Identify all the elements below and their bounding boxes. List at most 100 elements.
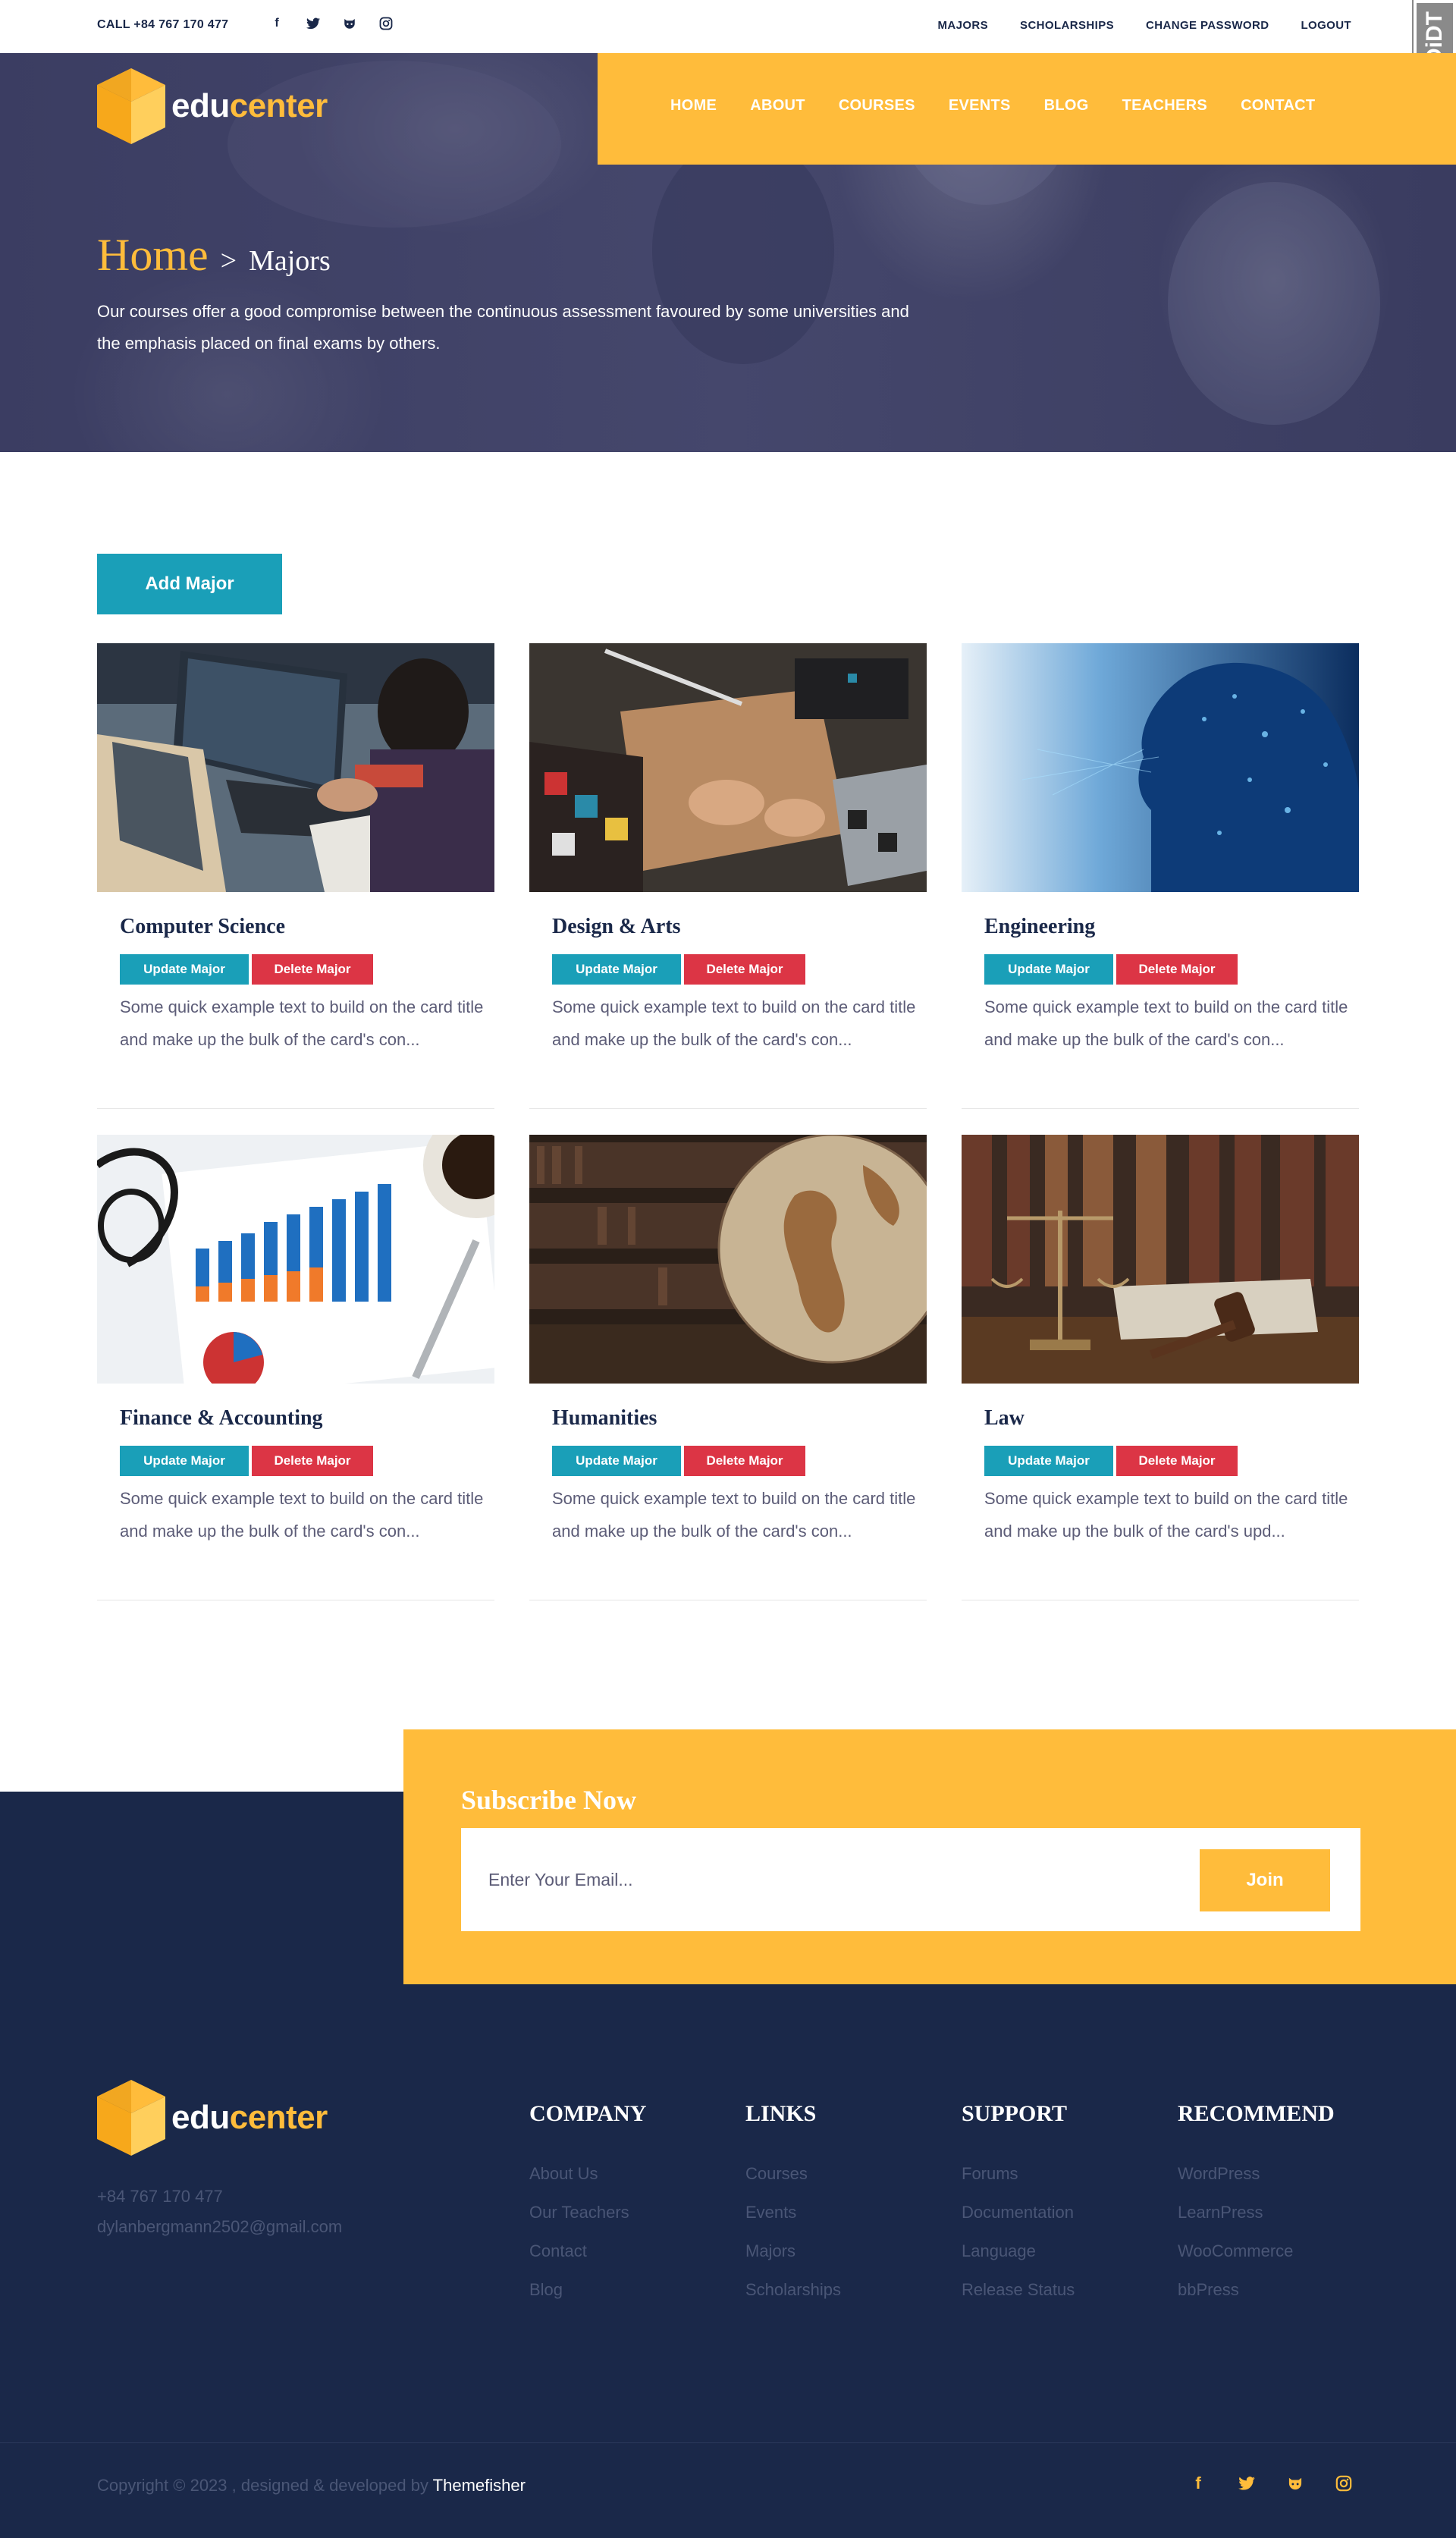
major-image-computer-science[interactable] [97, 643, 494, 892]
major-description: Some quick example text to build on the … [552, 1489, 916, 1541]
footer-column-company: COMPANY About Us Our Teachers Contact Bl… [529, 2101, 646, 2309]
top-link-logout[interactable]: LOGOUT [1301, 19, 1351, 32]
update-major-button[interactable]: Update Major [120, 954, 249, 985]
major-title: Computer Science [120, 915, 285, 938]
footer-link[interactable]: Blog [529, 2270, 646, 2309]
delete-major-button[interactable]: Delete Major [252, 1446, 373, 1476]
top-bar: CALL +84 767 170 477 f MAJORS SCHOLARSHI… [0, 0, 1456, 53]
footer-link[interactable]: Forums [962, 2154, 1075, 2193]
update-major-button[interactable]: Update Major [984, 1446, 1113, 1476]
github-icon[interactable] [342, 16, 357, 31]
nav-events[interactable]: EVENTS [949, 97, 1011, 115]
major-actions: Update Major Delete Major [984, 1446, 1238, 1476]
nav-about[interactable]: ABOUT [750, 97, 805, 115]
top-links: MAJORS SCHOLARSHIPS CHANGE PASSWORD LOGO… [937, 19, 1351, 32]
copyright-text: Copyright © 2023 , designed & developed … [97, 2476, 428, 2495]
major-image-law[interactable] [962, 1135, 1359, 1384]
footer-column-recommend: RECOMMEND WordPress LearnPress WooCommer… [1178, 2101, 1335, 2309]
major-image-humanities[interactable] [529, 1135, 927, 1384]
footer-column-title: RECOMMEND [1178, 2101, 1335, 2126]
footer-contact: +84 767 170 477 dylanbergmann2502@gmail.… [97, 2181, 342, 2242]
subscribe-section: Subscribe Now Join [403, 1729, 1456, 1984]
footer-link[interactable]: Events [745, 2193, 841, 2232]
update-major-button[interactable]: Update Major [120, 1446, 249, 1476]
footer-link[interactable]: Release Status [962, 2270, 1075, 2309]
delete-major-button[interactable]: Delete Major [252, 954, 373, 985]
major-image-engineering[interactable] [962, 643, 1359, 892]
major-card: Humanities Update Major Delete Major Som… [529, 1135, 927, 1600]
major-description: Some quick example text to build on the … [120, 1489, 484, 1541]
footer-link[interactable]: About Us [529, 2154, 646, 2193]
hero-description: Our courses offer a good compromise betw… [97, 302, 909, 353]
major-actions: Update Major Delete Major [552, 1446, 805, 1476]
breadcrumb: Home > Majors [97, 229, 331, 281]
footer-column-title: COMPANY [529, 2101, 647, 2126]
major-image-finance-accounting[interactable] [97, 1135, 494, 1384]
major-image-design-arts[interactable] [529, 643, 927, 892]
major-title: Design & Arts [552, 915, 681, 938]
instagram-icon[interactable] [378, 16, 394, 31]
major-card: Engineering Update Major Delete Major So… [962, 643, 1359, 1109]
copyright: Copyright © 2023 , designed & developed … [97, 2476, 526, 2496]
footer-link[interactable]: WooCommerce [1178, 2232, 1335, 2270]
delete-major-button[interactable]: Delete Major [1116, 954, 1238, 985]
major-description: Some quick example text to build on the … [984, 997, 1348, 1049]
footer-social-links: f [1189, 2474, 1353, 2492]
footer-link[interactable]: Courses [745, 2154, 841, 2193]
footer-link[interactable]: Majors [745, 2232, 841, 2270]
footer-link[interactable]: bbPress [1178, 2270, 1335, 2309]
footer-link[interactable]: LearnPress [1178, 2193, 1335, 2232]
major-title: Finance & Accounting [120, 1406, 323, 1430]
footer-link[interactable]: Our Teachers [529, 2193, 646, 2232]
major-card: Computer Science Update Major Delete Maj… [97, 643, 494, 1109]
major-card: Design & Arts Update Major Delete Major … [529, 643, 927, 1109]
footer-link[interactable]: WordPress [1178, 2154, 1335, 2193]
footer-link[interactable]: Language [962, 2232, 1075, 2270]
footer-phone[interactable]: +84 767 170 477 [97, 2181, 342, 2212]
facebook-icon[interactable]: f [269, 16, 284, 31]
nav-blog[interactable]: BLOG [1044, 97, 1089, 115]
footer-link[interactable]: Documentation [962, 2193, 1075, 2232]
github-icon[interactable] [1286, 2474, 1304, 2492]
update-major-button[interactable]: Update Major [552, 954, 681, 985]
instagram-icon[interactable] [1335, 2474, 1353, 2492]
subscribe-title: Subscribe Now [461, 1785, 637, 1815]
top-link-majors[interactable]: MAJORS [937, 19, 988, 32]
delete-major-button[interactable]: Delete Major [1116, 1446, 1238, 1476]
update-major-button[interactable]: Update Major [552, 1446, 681, 1476]
main-nav: HOME ABOUT COURSES EVENTS BLOG TEACHERS … [598, 53, 1456, 165]
major-title: Humanities [552, 1406, 657, 1430]
major-actions: Update Major Delete Major [120, 1446, 373, 1476]
subscribe-form: Join [461, 1828, 1360, 1931]
twitter-icon[interactable] [1238, 2474, 1256, 2492]
top-link-scholarships[interactable]: SCHOLARSHIPS [1020, 19, 1114, 32]
nav-home[interactable]: HOME [670, 97, 717, 115]
top-social-links: f [269, 16, 394, 31]
copyright-brand-link[interactable]: Themefisher [433, 2476, 526, 2495]
footer-link[interactable]: Scholarships [745, 2270, 841, 2309]
nav-contact[interactable]: CONTACT [1241, 97, 1315, 115]
call-info: CALL +84 767 170 477 [97, 18, 229, 31]
update-major-button[interactable]: Update Major [984, 954, 1113, 985]
footer-link[interactable]: Contact [529, 2232, 646, 2270]
top-link-change-password[interactable]: CHANGE PASSWORD [1146, 19, 1269, 32]
nav-teachers[interactable]: TEACHERS [1122, 97, 1207, 115]
twitter-icon[interactable] [306, 16, 321, 31]
footer-column-links: LINKS Courses Events Majors Scholarships [745, 2101, 841, 2309]
email-input[interactable] [488, 1864, 1095, 1895]
footer-divider [0, 2442, 1456, 2443]
breadcrumb-home[interactable]: Home [97, 229, 209, 281]
footer-email[interactable]: dylanbergmann2502@gmail.com [97, 2212, 342, 2242]
join-button[interactable]: Join [1200, 1849, 1330, 1911]
delete-major-button[interactable]: Delete Major [684, 1446, 805, 1476]
header-logo[interactable]: educenter [97, 68, 328, 144]
delete-major-button[interactable]: Delete Major [684, 954, 805, 985]
nav-courses[interactable]: COURSES [839, 97, 915, 115]
facebook-icon[interactable]: f [1189, 2474, 1207, 2492]
add-major-button[interactable]: Add Major [97, 554, 282, 614]
footer-column-title: LINKS [745, 2101, 817, 2126]
breadcrumb-current: Majors [249, 245, 331, 277]
logo-text: educenter [171, 87, 328, 124]
footer-logo[interactable]: educenter [97, 2080, 328, 2156]
major-description: Some quick example text to build on the … [984, 1489, 1348, 1541]
